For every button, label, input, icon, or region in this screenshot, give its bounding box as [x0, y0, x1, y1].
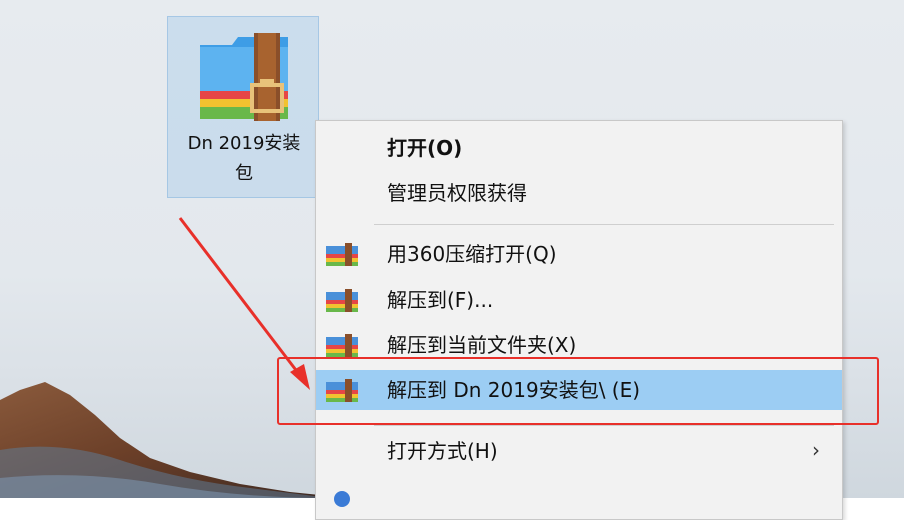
menu-item-open-with-360zip[interactable]: 用360压缩打开(Q): [316, 234, 842, 274]
submenu-arrow-icon: ›: [812, 438, 820, 462]
menu-item-label: 解压到(F)...: [387, 288, 494, 312]
desktop-icon-label-line2: 包: [235, 163, 253, 184]
menu-separator: [374, 425, 834, 426]
archive-icon: [326, 334, 358, 357]
menu-item-partial-next[interactable]: [316, 479, 842, 519]
menu-item-admin-permission[interactable]: 管理员权限获得: [316, 173, 842, 213]
menu-item-open[interactable]: 打开(O): [316, 128, 842, 168]
menu-item-extract-to[interactable]: 解压到(F)...: [316, 280, 842, 320]
menu-item-label: 管理员权限获得: [387, 181, 527, 205]
archive-icon: [326, 289, 358, 312]
desktop-icon-dn2019-archive[interactable]: Dn 2019安装 包: [167, 16, 319, 198]
winrar-archive-icon: [200, 33, 288, 121]
desktop-icon-label-line1: Dn 2019安装: [187, 133, 301, 154]
annotation-highlight-box: [277, 357, 879, 425]
menu-item-open-with[interactable]: 打开方式(H) ›: [316, 431, 842, 471]
menu-item-label: 解压到当前文件夹(X): [387, 333, 577, 357]
menu-item-label: 打开(O): [387, 136, 463, 160]
menu-item-label: 用360压缩打开(Q): [387, 242, 557, 266]
archive-icon: [326, 243, 358, 266]
menu-separator: [374, 224, 834, 225]
menu-item-label: 打开方式(H): [387, 439, 498, 463]
partial-icon: [334, 491, 350, 507]
context-menu: 打开(O) 管理员权限获得 用360压缩打开(Q) 解压到(F)... 解压到当…: [315, 120, 843, 520]
